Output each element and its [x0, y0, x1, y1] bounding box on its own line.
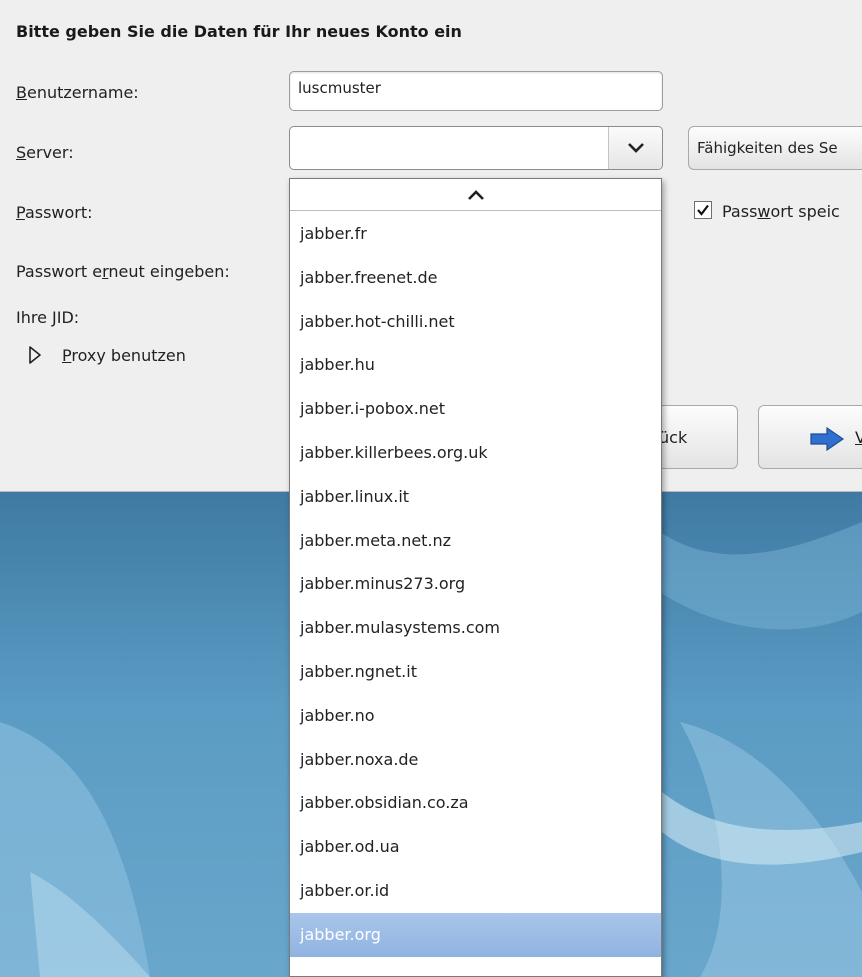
dialog-heading: Bitte geben Sie die Daten für Ihr neues …	[16, 22, 462, 41]
username-input[interactable]: luscmuster	[289, 71, 663, 111]
server-option[interactable]: jabber.hu	[290, 343, 661, 387]
server-option[interactable]: jabber.minus273.org	[290, 562, 661, 606]
chevron-up-icon	[467, 189, 484, 200]
password-repeat-label: Passwort erneut eingeben:	[16, 262, 230, 281]
server-combobox[interactable]	[289, 126, 663, 170]
username-label: Benutzername:	[16, 83, 139, 102]
server-option[interactable]: jabber.mulasystems.com	[290, 606, 661, 650]
server-capabilities-button[interactable]: Fähigkeiten des Se	[688, 126, 862, 170]
server-option[interactable]: jabber.obsidian.co.za	[290, 781, 661, 825]
proxy-expander[interactable]: Proxy benutzen	[28, 345, 186, 365]
proxy-label: Proxy benutzen	[62, 345, 186, 365]
server-option[interactable]: jabber.or.id	[290, 869, 661, 913]
server-option[interactable]: jabber.hot-chilli.net	[290, 300, 661, 344]
scroll-up-button[interactable]	[290, 179, 661, 211]
server-dropdown-button[interactable]	[608, 127, 662, 169]
triangle-right-icon	[29, 346, 41, 364]
server-option[interactable]: jabber.linux.it	[290, 475, 661, 519]
server-option[interactable]: jabber.fr	[290, 212, 661, 256]
server-option[interactable]: jabber.no	[290, 694, 661, 738]
server-option[interactable]: jabber.killerbees.org.uk	[290, 431, 661, 475]
server-option[interactable]: jabber.noxa.de	[290, 738, 661, 782]
password-label: Passwort:	[16, 203, 93, 222]
jid-label: Ihre JID:	[16, 308, 80, 327]
save-password-label[interactable]: Passwort speic	[722, 202, 840, 221]
server-option[interactable]: jabber.freenet.de	[290, 256, 661, 300]
server-options: jabber.fr jabber.freenet.de jabber.hot-c…	[290, 212, 661, 957]
arrow-right-icon	[810, 426, 845, 452]
server-option[interactable]: jabber.od.ua	[290, 825, 661, 869]
next-button[interactable]: V	[758, 405, 862, 469]
checkmark-icon	[697, 204, 709, 216]
save-password-checkbox[interactable]	[694, 201, 712, 219]
server-option-selected[interactable]: jabber.org	[290, 912, 661, 957]
chevron-down-icon	[627, 143, 644, 153]
server-option[interactable]: jabber.ngnet.it	[290, 650, 661, 694]
server-option[interactable]: jabber.i-pobox.net	[290, 387, 661, 431]
server-option[interactable]: jabber.meta.net.nz	[290, 519, 661, 563]
server-dropdown-list[interactable]: jabber.fr jabber.freenet.de jabber.hot-c…	[289, 178, 662, 977]
server-label: Server:	[16, 143, 74, 162]
